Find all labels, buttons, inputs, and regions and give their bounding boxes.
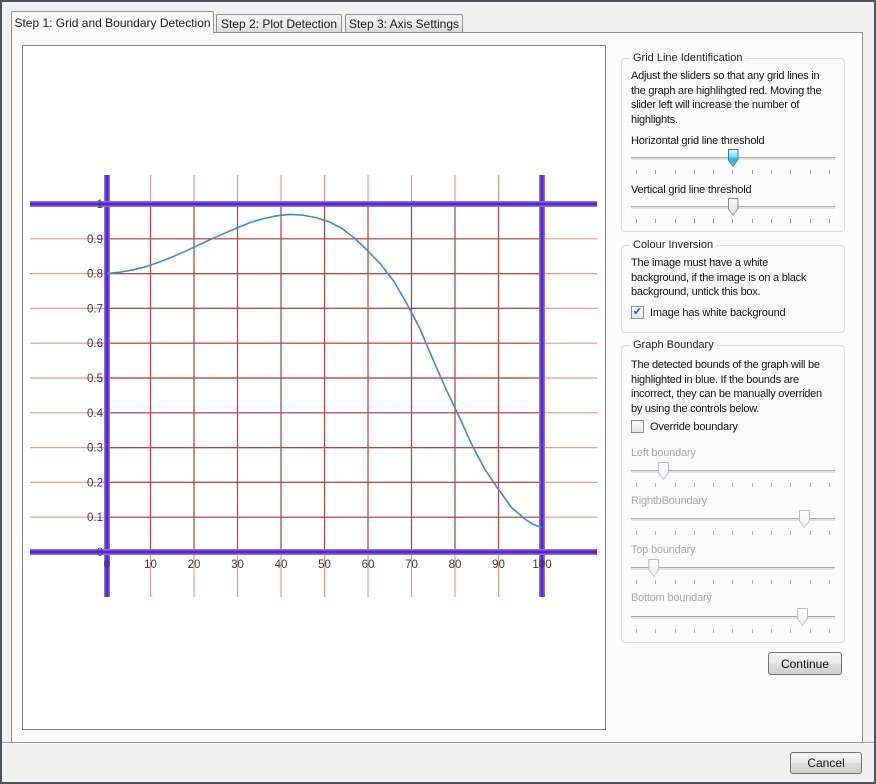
groupbox-title: Colour Inversion	[630, 239, 716, 252]
right-boundary-slider	[631, 510, 835, 537]
groupbox-grid-line-identification: Grid Line Identification Adjust the slid…	[621, 58, 845, 232]
override-boundary-checkbox-label: Override boundary	[650, 421, 738, 433]
svg-text:0: 0	[97, 547, 103, 559]
groupbox-title: Grid Line Identification	[630, 52, 745, 65]
tab-page-step1: 00.10.20.30.40.50.60.70.80.9101020304050…	[11, 32, 863, 743]
white-background-checkbox[interactable]: ✔	[631, 306, 644, 319]
bottom-boundary-slider	[631, 608, 835, 635]
bottom-boundary-label: Bottom boundary	[631, 592, 712, 605]
slider-thumb	[799, 510, 810, 528]
tab-step1-grid-boundary-detection[interactable]: Step 1: Grid and Boundary Detection	[11, 11, 214, 33]
cancel-button[interactable]: Cancel	[790, 752, 862, 774]
detected-graph-chart: 00.10.20.30.40.50.60.70.80.9101020304050…	[23, 46, 605, 729]
continue-button[interactable]: Continue	[768, 652, 842, 675]
svg-text:40: 40	[275, 559, 288, 571]
white-background-checkbox-label: Image has white background	[650, 307, 785, 319]
groupbox-colour-inversion: Colour Inversion The image must have a w…	[621, 245, 845, 333]
slider-thumb	[648, 559, 659, 577]
svg-text:0.8: 0.8	[87, 269, 103, 281]
svg-text:60: 60	[362, 559, 375, 571]
left-boundary-slider	[631, 462, 835, 489]
svg-text:70: 70	[405, 559, 418, 571]
horizontal-threshold-label: Horizontal grid line threshold	[631, 135, 764, 148]
svg-text:0.3: 0.3	[87, 443, 103, 455]
horizontal-threshold-slider[interactable]	[631, 149, 835, 176]
top-boundary-slider	[631, 559, 835, 586]
svg-text:0.9: 0.9	[87, 234, 103, 246]
graph-preview-panel: 00.10.20.30.40.50.60.70.80.9101020304050…	[22, 45, 606, 730]
svg-text:1: 1	[97, 199, 103, 211]
groupbox-title: Graph Boundary	[630, 339, 717, 352]
right-boundary-label: RightbBoundary	[631, 495, 707, 508]
slider-thumb	[797, 608, 808, 626]
svg-text:20: 20	[188, 559, 201, 571]
tab-step2-plot-detection[interactable]: Step 2: Plot Detection	[216, 14, 342, 32]
svg-text:30: 30	[231, 559, 244, 571]
svg-text:0.4: 0.4	[87, 408, 104, 420]
svg-text:0: 0	[104, 559, 110, 571]
dialog-button-bar: Cancel	[2, 742, 874, 783]
tab-step3-axis-settings[interactable]: Step 3: Axis Settings	[345, 14, 463, 32]
svg-text:90: 90	[492, 559, 505, 571]
slider-thumb	[728, 149, 739, 167]
svg-text:0.6: 0.6	[87, 338, 103, 350]
svg-text:100: 100	[532, 559, 551, 571]
grid-line-identification-description: Adjust the sliders so that any grid line…	[631, 69, 839, 127]
left-boundary-label: Left boundary	[631, 447, 696, 460]
slider-thumb	[728, 198, 739, 216]
svg-text:0.7: 0.7	[87, 303, 103, 315]
top-boundary-label: Top boundary	[631, 544, 695, 557]
svg-text:0.2: 0.2	[87, 477, 103, 489]
graph-boundary-description: The detected bounds of the graph will be…	[631, 358, 839, 416]
colour-inversion-description: The image must have a white background, …	[631, 256, 839, 300]
svg-text:50: 50	[318, 559, 331, 571]
vertical-threshold-label: Vertical grid line threshold	[631, 184, 751, 197]
svg-text:0.1: 0.1	[87, 512, 103, 524]
svg-text:10: 10	[144, 559, 157, 571]
application-window: Step 1: Grid and Boundary Detection Step…	[0, 0, 876, 784]
svg-text:0.5: 0.5	[87, 373, 103, 385]
slider-thumb	[658, 462, 669, 480]
groupbox-graph-boundary: Graph Boundary The detected bounds of th…	[621, 345, 845, 643]
separator-highlight	[2, 743, 874, 744]
svg-text:80: 80	[449, 559, 462, 571]
override-boundary-checkbox[interactable]	[631, 420, 644, 433]
vertical-threshold-slider[interactable]	[631, 198, 835, 225]
